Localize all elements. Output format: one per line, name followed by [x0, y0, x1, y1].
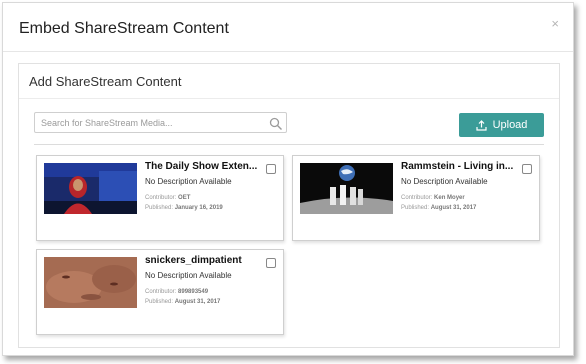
- upload-button[interactable]: Upload: [459, 113, 544, 137]
- header-divider: [3, 51, 573, 52]
- card-contributor: Contributor: OET: [145, 195, 191, 201]
- card-title: snickers_dimpatient: [145, 255, 242, 266]
- dialog-title: Embed ShareStream Content: [19, 20, 229, 37]
- card-description: No Description Available: [145, 271, 232, 280]
- card-published: Published: January 16, 2019: [145, 205, 223, 211]
- embed-dialog: Embed ShareStream Content × Add ShareStr…: [2, 2, 574, 356]
- card-contributor: Contributor: 899893549: [145, 289, 209, 295]
- select-checkbox[interactable]: [266, 164, 276, 174]
- panel-divider: [19, 98, 559, 99]
- toolbar-divider: [34, 144, 544, 145]
- search-icon[interactable]: [269, 117, 283, 131]
- media-thumbnail: [44, 257, 137, 308]
- media-card[interactable]: Rammstein - Living in... No Description …: [292, 155, 540, 241]
- upload-icon: [475, 119, 487, 131]
- close-icon[interactable]: ×: [551, 16, 559, 31]
- card-description: No Description Available: [145, 177, 232, 186]
- select-checkbox[interactable]: [266, 258, 276, 268]
- media-thumbnail: [44, 163, 137, 214]
- media-thumbnail: [300, 163, 393, 214]
- card-published: Published: August 31, 2017: [145, 299, 221, 305]
- card-title: Rammstein - Living in...: [401, 161, 514, 172]
- upload-label: Upload: [492, 119, 528, 131]
- media-card[interactable]: snickers_dimpatient No Description Avail…: [36, 249, 284, 335]
- media-card[interactable]: The Daily Show Exten... No Description A…: [36, 155, 284, 241]
- card-title: The Daily Show Exten...: [145, 161, 258, 172]
- add-content-panel: Add ShareStream Content Upload: [18, 63, 560, 348]
- card-published: Published: August 31, 2017: [401, 205, 477, 211]
- select-checkbox[interactable]: [522, 164, 532, 174]
- card-description: No Description Available: [401, 177, 488, 186]
- search-input[interactable]: [34, 112, 287, 133]
- panel-title: Add ShareStream Content: [29, 74, 182, 89]
- card-contributor: Contributor: Ken Moyer: [401, 195, 465, 201]
